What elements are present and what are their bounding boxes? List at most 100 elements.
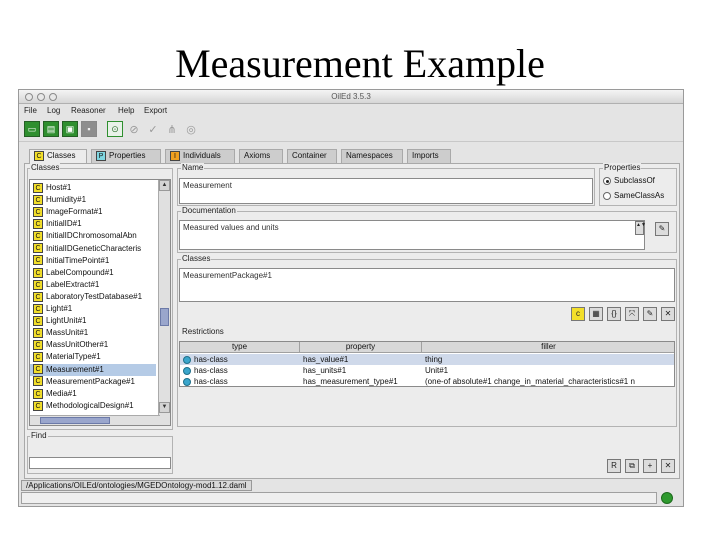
delete-restriction-button[interactable]: ✕ xyxy=(661,459,675,473)
cross-arrows-icon: ⤧ xyxy=(628,309,636,318)
restriction-cell-property[interactable]: has_value#1 xyxy=(300,354,422,365)
menu-file[interactable]: File xyxy=(24,106,37,115)
scroll-up-icon[interactable]: ▲ xyxy=(159,180,170,191)
class-list-item[interactable]: C Humidity#1 xyxy=(30,194,156,206)
class-list-item[interactable]: C Media#1 xyxy=(30,388,156,400)
open-ontology-button[interactable]: ▤ xyxy=(43,121,59,137)
name-field[interactable]: Measurement xyxy=(179,178,593,204)
ontology-file-tab[interactable]: /Applications/OILEd/ontologies/MGEDOntol… xyxy=(21,480,252,491)
restriction-cell-type[interactable]: has-class xyxy=(180,365,300,376)
slide-title: Measurement Example xyxy=(175,41,545,86)
class-list-item[interactable]: C MethodologicalDesign#1 xyxy=(30,400,156,412)
tab-properties[interactable]: P Properties xyxy=(91,149,161,163)
delete-icon: ✕ xyxy=(664,461,672,470)
radio-sameclassas[interactable]: SameClassAs xyxy=(603,191,664,200)
tab-label: Imports xyxy=(412,151,439,160)
documentation-label: Documentation xyxy=(181,206,237,215)
restriction-cell-filler[interactable]: thing xyxy=(422,354,674,365)
column-header-property[interactable]: property xyxy=(300,342,422,353)
plus-icon: + xyxy=(647,461,653,470)
app-window: OilEd 3.5.3 File Log Reasoner Help Expor… xyxy=(18,89,684,507)
disconnect-reasoner-button[interactable]: ⊘ xyxy=(126,121,142,137)
class-list-item[interactable]: C InitialID#1 xyxy=(30,218,156,230)
restriction-cell-property[interactable]: has_units#1 xyxy=(300,365,422,376)
menu-help[interactable]: Help xyxy=(118,106,134,115)
radio-subclassof[interactable]: SubclassOf xyxy=(603,176,655,185)
tab-namespaces[interactable]: Namespaces xyxy=(341,149,403,163)
restriction-type-icon xyxy=(183,377,191,386)
class-list-item-label: Host#1 xyxy=(46,183,72,192)
restriction-filler-text: (one-of absolute#1 change_in_material_ch… xyxy=(425,377,635,386)
add-expression-button[interactable]: ⤧ xyxy=(625,307,639,321)
tab-label: Axioms xyxy=(244,151,271,160)
doc-scroll-icon[interactable]: ▲▼ xyxy=(635,221,646,235)
class-list-item[interactable]: C MaterialType#1 xyxy=(30,351,156,363)
find-input[interactable] xyxy=(29,457,171,469)
verify-button[interactable]: ✓ xyxy=(145,121,161,137)
restriction-filler-text: thing xyxy=(425,355,443,364)
class-list-item[interactable]: C MassUnitOther#1 xyxy=(30,339,156,351)
horizontal-scroll-thumb[interactable] xyxy=(40,417,110,424)
restriction-cell-type[interactable]: has-class xyxy=(180,354,300,365)
add-class-button[interactable]: c xyxy=(571,307,585,321)
class-list-item[interactable]: C InitialIDGeneticCharacteris xyxy=(30,243,156,255)
class-list-item[interactable]: C MeasurementPackage#1 xyxy=(30,376,156,388)
window-title: OilEd 3.5.3 xyxy=(331,92,371,101)
hierarchy-button[interactable]: ⋔ xyxy=(164,121,180,137)
column-header-filler[interactable]: filler xyxy=(422,342,674,353)
class-badge-icon: C xyxy=(34,150,44,161)
status-bar: /Applications/OILEd/ontologies/MGEDOntol… xyxy=(19,480,683,491)
restriction-cell-filler[interactable]: Unit#1 xyxy=(422,365,674,376)
class-list-item[interactable]: C Measurement#1 xyxy=(30,363,156,376)
new-ontology-button[interactable]: ▭ xyxy=(24,121,40,137)
class-list-item[interactable]: C ImageFormat#1 xyxy=(30,206,156,218)
class-list-item[interactable]: C LabelExtract#1 xyxy=(30,279,156,291)
connect-reasoner-button[interactable]: ⊙ xyxy=(107,121,123,137)
remove-class-button[interactable]: ✕ xyxy=(661,307,675,321)
superclasses-field[interactable]: MeasurementPackage#1 xyxy=(179,268,675,302)
scroll-down-icon[interactable]: ▼ xyxy=(159,402,170,413)
edit-documentation-button[interactable]: ✎ xyxy=(655,222,669,236)
restriction-cell-property[interactable]: has_measurement_type#1 xyxy=(300,376,422,386)
class-list-horizontal-scrollbar[interactable] xyxy=(30,415,160,425)
radio-selected-icon xyxy=(603,176,611,185)
class-list-item[interactable]: C InitialIDChromosomalAbn xyxy=(30,230,156,242)
class-list-vertical-scrollbar[interactable]: ▲ ▼ xyxy=(158,180,170,425)
add-braces-button[interactable]: {} xyxy=(607,307,621,321)
menu-log[interactable]: Log xyxy=(47,106,60,115)
column-header-type[interactable]: type xyxy=(180,342,300,353)
tab-imports[interactable]: Imports xyxy=(407,149,451,163)
menu-bar: File Log Reasoner Help Export xyxy=(19,105,683,117)
save-as-button[interactable]: ▪ xyxy=(81,121,97,137)
menu-reasoner[interactable]: Reasoner xyxy=(71,106,106,115)
documentation-textarea[interactable]: Measured values and units xyxy=(179,220,645,250)
tab-classes[interactable]: C Classes xyxy=(29,149,87,164)
reasoner-status-button[interactable]: ◎ xyxy=(183,121,199,137)
save-ontology-button[interactable]: ▣ xyxy=(62,121,78,137)
edit-class-button[interactable]: ✎ xyxy=(643,307,657,321)
scroll-thumb[interactable] xyxy=(160,308,169,326)
class-list-item[interactable]: C LabelCompound#1 xyxy=(30,267,156,279)
menu-export[interactable]: Export xyxy=(144,106,167,115)
class-list-item[interactable]: C LightUnit#1 xyxy=(30,315,156,327)
hierarchy-icon: ⋔ xyxy=(167,123,177,136)
class-list-item[interactable]: C Host#1 xyxy=(30,182,156,194)
class-list-item[interactable]: C Light#1 xyxy=(30,303,156,315)
add-table-button[interactable]: ▦ xyxy=(589,307,603,321)
restriction-cell-filler[interactable]: (one-of absolute#1 change_in_material_ch… xyxy=(422,376,674,386)
properties-group-label: Properties xyxy=(603,163,642,172)
tab-axioms[interactable]: Axioms xyxy=(239,149,283,163)
copy-restriction-button[interactable]: ⧉ xyxy=(625,459,639,473)
class-list-item[interactable]: C LaboratoryTestDatabase#1 xyxy=(30,291,156,303)
tab-individuals[interactable]: I Individuals xyxy=(165,149,235,163)
new-restriction-button[interactable]: + xyxy=(643,459,657,473)
class-list-item[interactable]: C InitialTimePoint#1 xyxy=(30,255,156,267)
restriction-type-icon xyxy=(183,355,191,364)
class-list-item[interactable]: C MassUnit#1 xyxy=(30,327,156,339)
class-list-item-label: MassUnitOther#1 xyxy=(46,340,109,350)
restriction-type-text: has-class xyxy=(194,355,228,364)
class-list-item-label: LabelExtract#1 xyxy=(46,279,100,289)
add-restriction-button[interactable]: R xyxy=(607,459,621,473)
restriction-cell-type[interactable]: has-class xyxy=(180,376,300,386)
tab-container[interactable]: Container xyxy=(287,149,337,163)
